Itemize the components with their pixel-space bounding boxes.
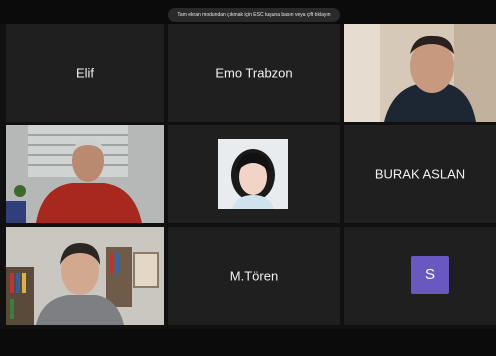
participant-video [6,125,164,223]
participant-tile-video-man-top-right[interactable] [344,24,496,122]
participant-tile-elif[interactable]: Elif [6,24,164,122]
participant-name: BURAK ASLAN [374,166,466,182]
participant-name: Emo Trabzon [215,65,293,81]
participant-video [6,227,164,325]
bottom-bar [0,329,496,356]
participant-profile-photo [218,139,288,209]
participant-avatar: S [411,256,449,294]
participant-name: M.Tören [229,268,279,284]
participant-tile-video-man-red-sweater[interactable] [6,125,164,223]
participant-video [344,24,496,122]
participant-tile-burak-aslan[interactable]: BURAK ASLAN [344,125,496,223]
participant-tile-video-man-bookshelf[interactable] [6,227,164,325]
participant-name: Elif [75,65,95,81]
participant-tile-photo[interactable] [168,125,340,223]
participant-tile-s[interactable]: S [344,227,496,325]
participant-tile-m-toren[interactable]: M.Tören [168,227,340,325]
participant-tile-emo-trabzon[interactable]: Emo Trabzon [168,24,340,122]
fullscreen-exit-hint: Tam ekran modundan çıkmak için ESC tuşun… [168,8,340,22]
